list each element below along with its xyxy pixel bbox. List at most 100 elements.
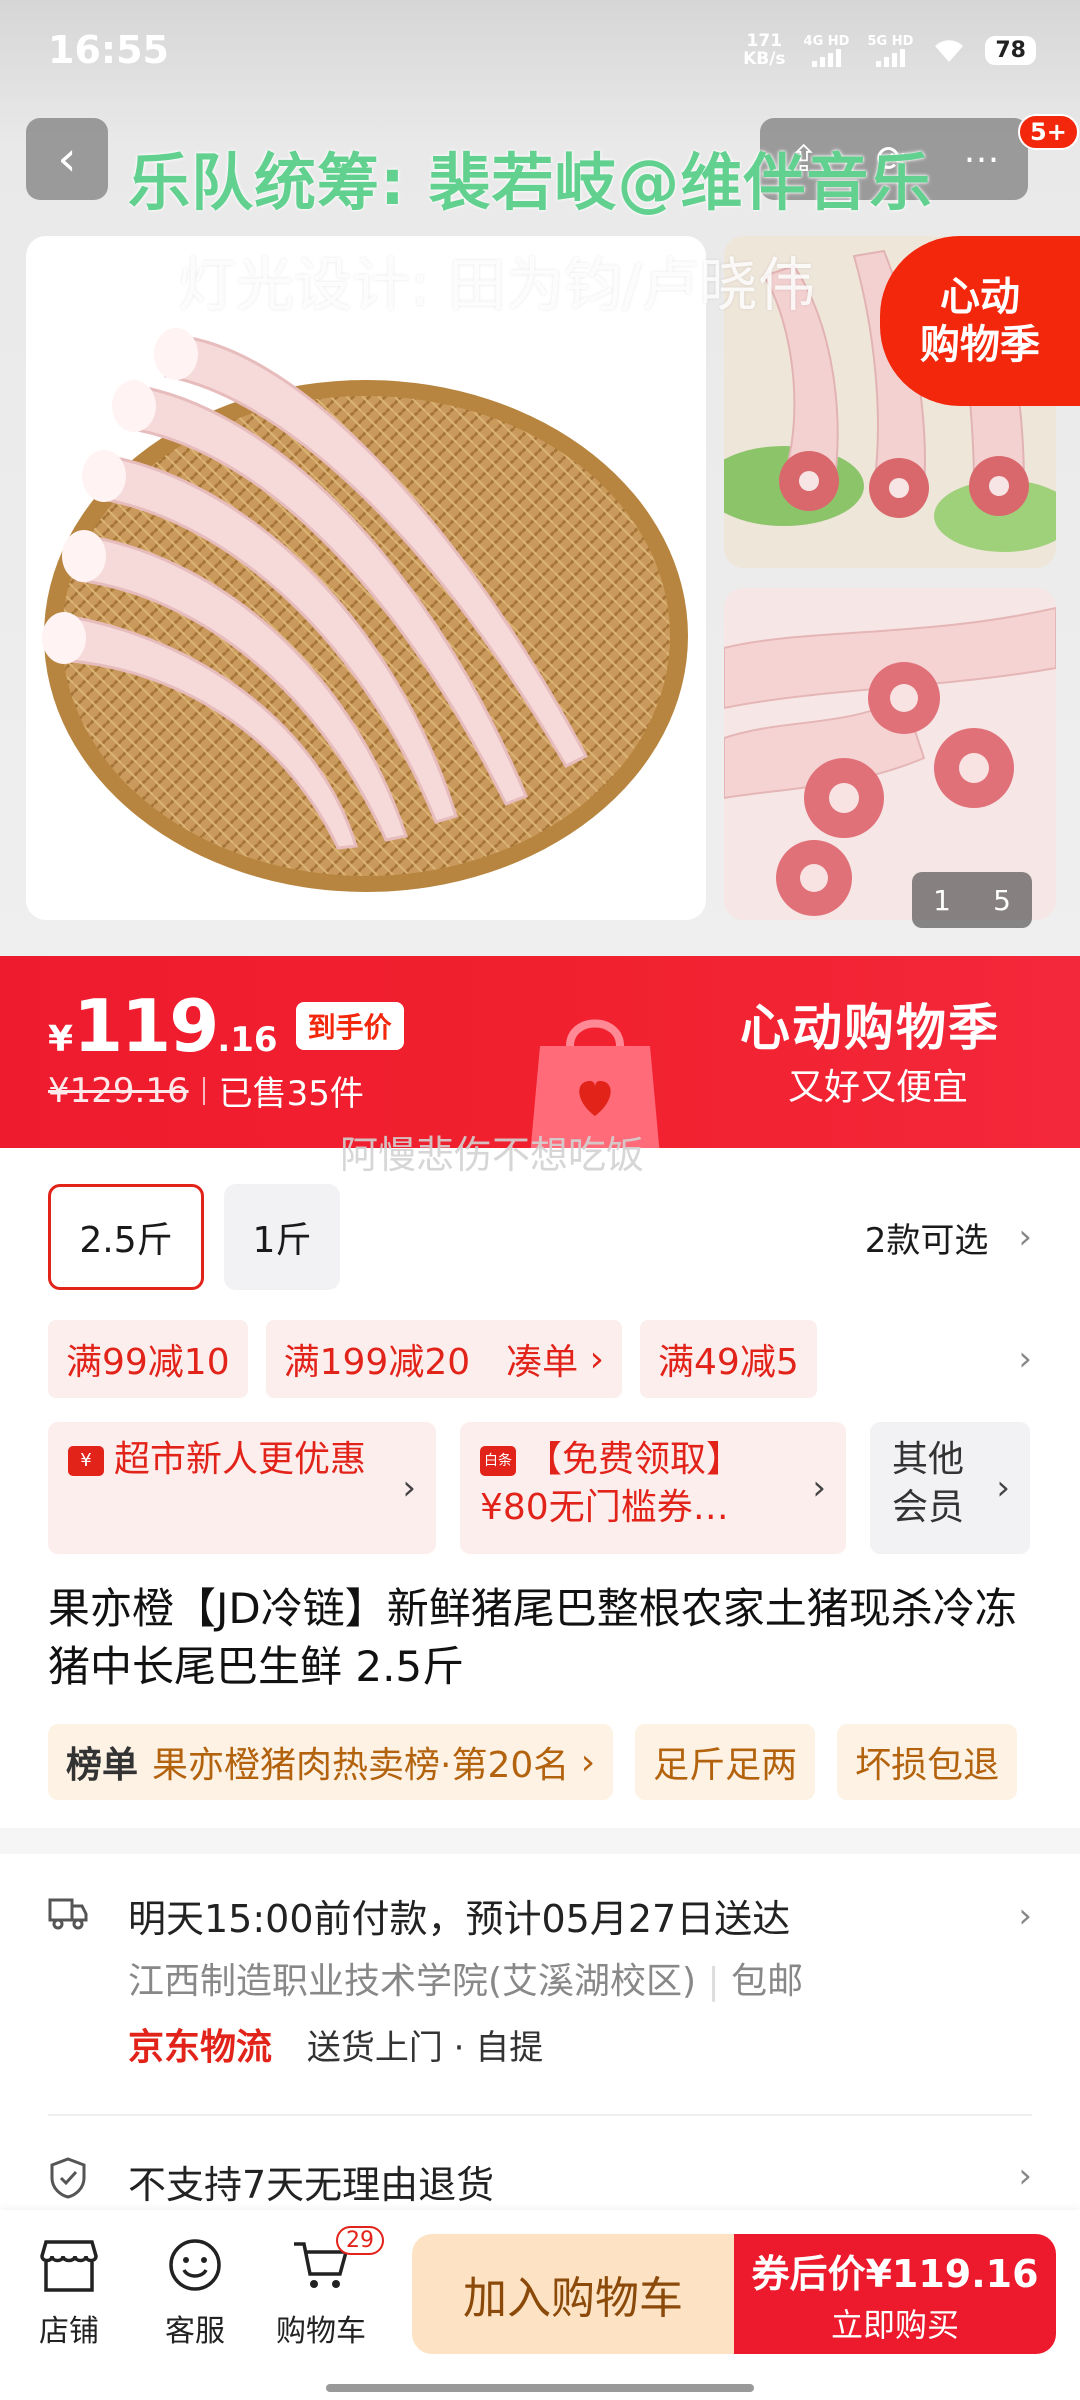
bottom-action-bar: 店铺 客服 29 购物车 加入购物车 券后价¥119.16 立即购买 <box>0 2210 1080 2400</box>
promo-stamp-line1: 心动 <box>940 274 1020 320</box>
delivery-address: 江西制造职业技术学院(艾溪湖校区) <box>128 1961 697 2002</box>
sold-count: 已售35件 <box>218 1074 364 1114</box>
buy-now-label: 立即购买 <box>830 2305 959 2344</box>
coupon-199-20-label: 满199减20 <box>283 1342 471 1383</box>
chevron-right-icon: › <box>1018 2156 1032 2196</box>
product-title: 果亦橙【JD冷链】新鲜猪尾巴整根农家土猪现杀冷冻猪中长尾巴生鲜 2.5斤 <box>48 1584 1017 1691</box>
product-gallery[interactable]: ‹ ⇪ ⟳ ⋯ 5+ 乐队统筹: 裴若岐@维伴音乐 灯光设计: 田为钧/卢晓伟 … <box>0 0 1080 960</box>
ranking-text: 果亦橙猪肉热卖榜·第20名 <box>152 1745 570 1786</box>
status-icons: 171 KB/s 4G HD 5G HD 78 <box>743 32 1036 68</box>
ranking-tag[interactable]: 榜单 果亦橙猪肉热卖榜·第20名 › <box>48 1724 614 1800</box>
after-coupon-label: 券后价 <box>751 2251 866 2296</box>
price-current: ¥ 119 .16 到手价 <box>48 984 404 1068</box>
free-coupon-benefit[interactable]: 白条 【免费领取】 ¥80无门槛券… › <box>460 1422 846 1554</box>
other-member-benefit[interactable]: 其他会员 › <box>870 1422 1030 1554</box>
spec-option-1jin[interactable]: 1斤 <box>224 1184 340 1290</box>
delivery-carrier-line: 京东物流 送货上门 · 自提 <box>128 2018 543 2070</box>
free-shipping: 包邮 <box>731 1961 804 2002</box>
delivery-methods: 送货上门 · 自提 <box>306 2028 544 2068</box>
price-decimal: .16 <box>217 1020 278 1060</box>
status-time: 16:55 <box>48 28 169 72</box>
divider <box>202 1076 205 1105</box>
coupon-icon: ¥ <box>68 1446 104 1476</box>
signal-2-label: 5G HD <box>867 33 914 49</box>
benefit-row: ¥ 超市新人更优惠 › 白条 【免费领取】 ¥80无门槛券… › 其他会员 › <box>48 1422 1032 1554</box>
page-current: 1 <box>933 883 951 917</box>
delivery-info[interactable]: 明天15:00前付款，预计05月27日送达 江西制造职业技术学院(艾溪湖校区) … <box>48 1888 1032 2128</box>
new-user-benefit[interactable]: ¥ 超市新人更优惠 › <box>48 1422 436 1554</box>
spec-selector: 2.5斤 1斤 2款可选 › <box>48 1184 1032 1290</box>
signal-bars-icon <box>875 48 905 67</box>
caption-overlay-3: 阿慢悲伤不想吃饭 <box>340 1133 645 1177</box>
shield-icon <box>50 2157 86 2199</box>
spec-count-label: 2款可选 <box>864 1220 989 1261</box>
full-weight-tag: 足斤足两 <box>635 1724 816 1800</box>
price-currency: ¥ <box>48 1019 74 1060</box>
chevron-right-icon: › <box>569 1741 596 1783</box>
buy-now-button[interactable]: 券后价¥119.16 立即购买 <box>734 2234 1056 2354</box>
chevron-right-icon: › <box>578 1338 605 1380</box>
coupon-99-10[interactable]: 满99减10 <box>48 1320 248 1398</box>
back-button[interactable]: ‹ <box>26 118 108 200</box>
divider <box>48 2114 1032 2116</box>
net-speed-value: 171 <box>746 31 783 51</box>
product-image-thumb-2[interactable] <box>724 588 1056 920</box>
signal-bars-icon <box>811 48 841 67</box>
caption-overlay-1: 乐队统筹: 裴若岐@维伴音乐 <box>128 146 933 219</box>
signal-1-label: 4G HD <box>803 33 850 49</box>
signal-2: 5G HD <box>867 34 913 67</box>
spec-option-2-5jin[interactable]: 2.5斤 <box>48 1184 204 1290</box>
home-indicator[interactable] <box>326 2384 754 2392</box>
baitiao-icon: 白条 <box>480 1446 516 1476</box>
customer-service-label: 客服 <box>165 2314 225 2349</box>
chevron-left-icon: ‹ <box>57 131 77 187</box>
chevron-right-icon: › <box>1018 1217 1032 1257</box>
coupon-row: 满99减10 满199减20 凑单 › 满49减5 › <box>48 1320 1032 1398</box>
message-badge: 5+ <box>1018 114 1079 150</box>
carrier-label: 京东物流 <box>128 2027 273 2068</box>
spec-count-link[interactable]: 2款可选 › <box>865 1213 1032 1262</box>
coupon-join-link[interactable]: 凑单 <box>506 1333 578 1385</box>
add-to-cart-button[interactable]: 加入购物车 <box>412 2234 734 2354</box>
buy-price-line: 券后价¥119.16 <box>751 2243 1038 2298</box>
promo-stamp-line2: 购物季 <box>920 322 1040 368</box>
ranking-label: 榜单 <box>66 1745 139 1786</box>
promo-stamp: 心动 购物季 <box>880 236 1080 406</box>
store-label: 店铺 <box>39 2314 99 2349</box>
customer-service-button[interactable]: 客服 <box>140 2238 250 2350</box>
free-coupon-line2: ¥80无门槛券… <box>480 1487 729 1528</box>
cart-label: 购物车 <box>276 2314 366 2349</box>
chevron-right-icon: › <box>1018 1896 1032 1936</box>
price-secondary: ¥129.16 已售35件 <box>48 1066 364 1115</box>
signal-1: 4G HD <box>803 33 850 67</box>
cart-count-badge: 29 <box>336 2226 384 2255</box>
more-icon[interactable]: ⋯ <box>963 139 999 180</box>
section-separator <box>0 1828 1080 1854</box>
wifi-icon <box>935 40 964 62</box>
smiley-chat-icon <box>169 2239 221 2291</box>
store-icon <box>40 2240 98 2292</box>
chevron-right-icon: › <box>812 1468 826 1508</box>
final-price-tag: 到手价 <box>295 1002 404 1050</box>
new-user-benefit-label: 超市新人更优惠 <box>114 1439 367 1480</box>
page-total: 5 <box>993 883 1011 917</box>
chevron-right-icon[interactable]: › <box>1018 1339 1032 1379</box>
chevron-right-icon: › <box>402 1468 416 1508</box>
delivery-address-line: 江西制造职业技术学院(艾溪湖校区) | 包邮 <box>128 1961 804 2002</box>
caption-overlay-2: 灯光设计: 田为钧/卢晓伟 <box>178 251 816 319</box>
truck-icon <box>48 1898 88 1930</box>
net-speed: 171 KB/s <box>743 32 785 68</box>
return-policy[interactable]: 不支持7天无理由退货 › <box>48 2148 1032 2208</box>
page-indicator: 1 5 <box>912 872 1032 928</box>
coupon-49-5[interactable]: 满49减5 <box>640 1320 817 1398</box>
cart-button[interactable]: 29 购物车 <box>266 2226 384 2350</box>
delivery-estimate: 明天15:00前付款，预计05月27日送达 <box>128 1897 791 1941</box>
return-policy-text: 不支持7天无理由退货 <box>128 2163 495 2207</box>
original-price: ¥129.16 <box>48 1070 189 1111</box>
net-speed-unit: KB/s <box>743 49 786 69</box>
after-coupon-price: ¥119.16 <box>865 2251 1039 2296</box>
store-button[interactable]: 店铺 <box>14 2238 124 2350</box>
other-member-label: 其他会员 <box>892 1439 965 1528</box>
product-image-main[interactable] <box>26 236 706 920</box>
coupon-199-20[interactable]: 满199减20 凑单 › <box>265 1320 623 1398</box>
